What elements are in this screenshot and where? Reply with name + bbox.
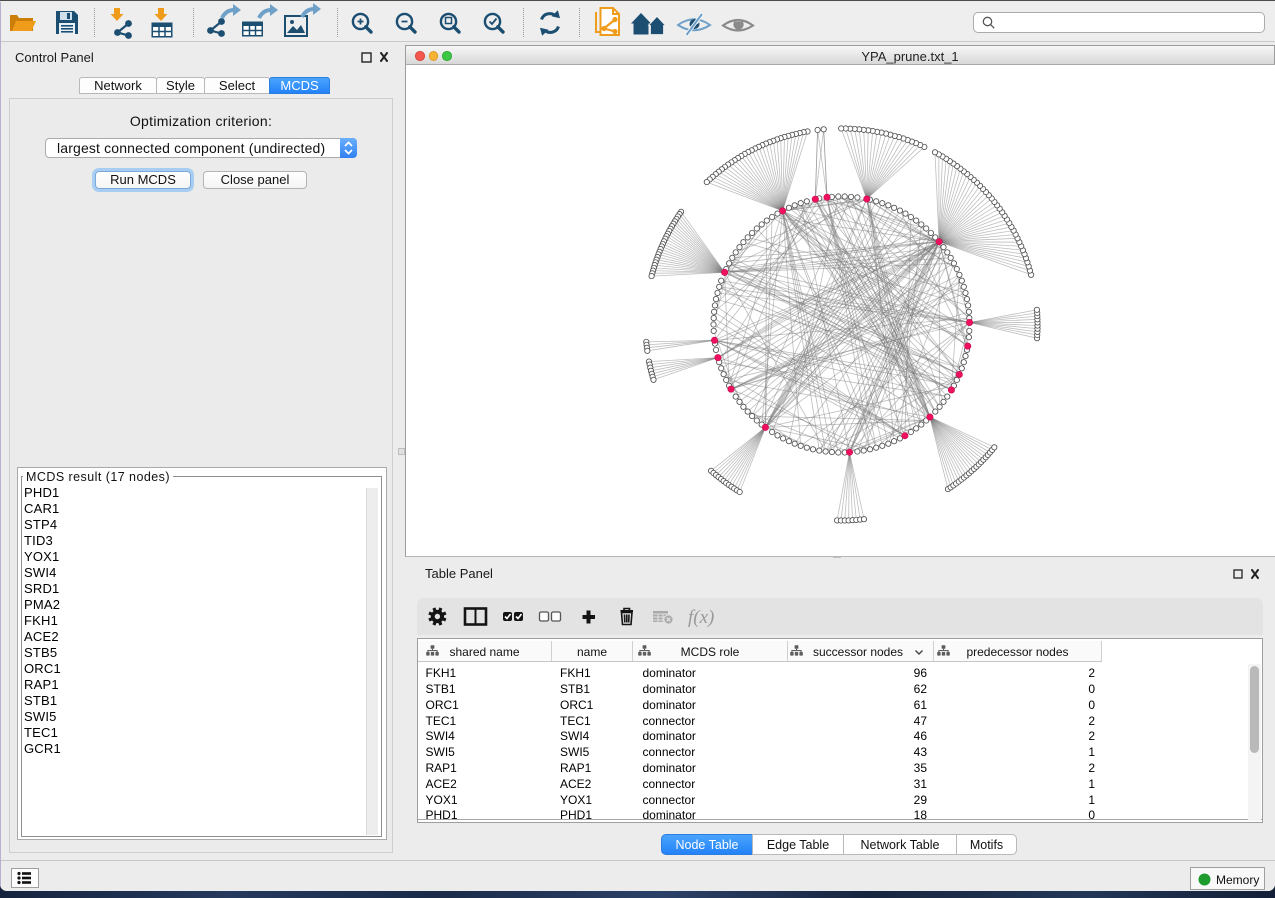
svg-text:f(x): f(x): [688, 607, 714, 628]
